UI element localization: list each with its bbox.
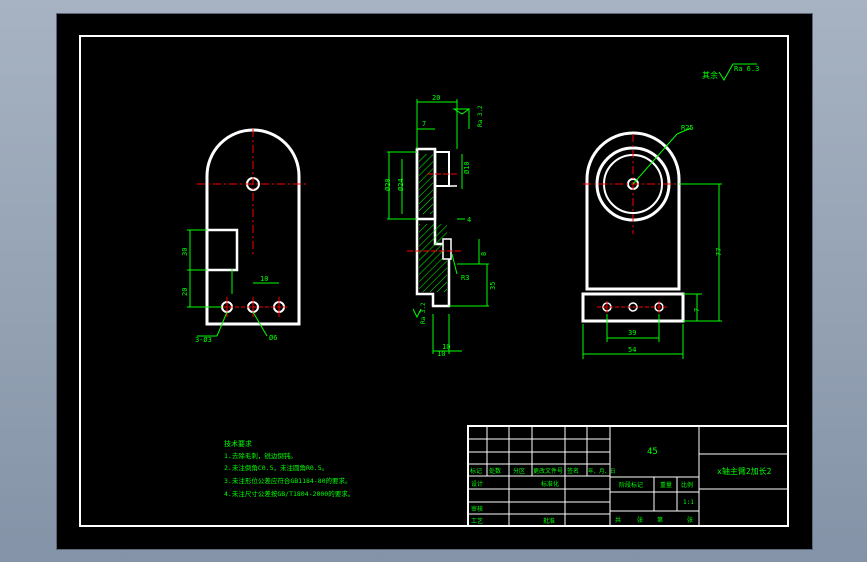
tb-approval: 批准: [543, 517, 555, 525]
cad-drawing: 其余 Ra 6.3 30 20 10 3-Ø3 Ø6 20 7 Ø20 Ø24 …: [79, 35, 789, 527]
tb-reviewer: 审核: [471, 505, 483, 513]
tech-line-3: 3.未注形位公差应符合GB1184-80的要求。: [224, 476, 352, 485]
roughness-side-bottom: Ra 3.2: [420, 302, 427, 324]
tech-line-2: 2.未注倒角C0.5，未注圆角R0.5。: [224, 463, 328, 472]
dim-hole-pitch: 10: [260, 275, 268, 283]
tb-zone: 分区: [513, 467, 525, 475]
front-view: 30 20 10 3-Ø3 Ø6: [181, 128, 309, 344]
roughness-side-top: Ra 3.2: [477, 105, 484, 127]
tb-scale: 比例: [681, 481, 693, 489]
dim-step: 4: [467, 216, 471, 224]
tech-line-4: 4.未注尺寸公差按GB/T1804-2000的要求。: [224, 489, 354, 498]
dim-hole-dia: Ø6: [269, 334, 277, 342]
tb-sheet-end: 张: [687, 516, 693, 524]
front-view-slot: [205, 228, 239, 272]
tech-line-1: 1.去除毛刺，锐边倒钝。: [224, 451, 297, 460]
dim-bore-dia: Ø24: [397, 178, 405, 191]
dim-base-width: 10: [437, 350, 445, 358]
dim-total-height: 77: [715, 248, 723, 256]
dim-hole-offset: 20: [181, 288, 189, 296]
roughness-value: Ra 6.3: [734, 65, 759, 73]
tb-designer: 设计: [471, 480, 483, 488]
tb-weight: 重量: [660, 481, 672, 489]
tech-title: 技术要求: [224, 439, 252, 448]
dim-thickness: 20: [432, 94, 440, 102]
dim-radius: R3: [461, 274, 469, 282]
dim-base-thk: 7: [693, 308, 701, 312]
tb-sheet-total: 共: [615, 516, 621, 524]
roughness-prefix: 其余: [702, 70, 718, 80]
tb-change-doc: 更改文件号: [533, 467, 563, 475]
tb-sheet-no: 第: [657, 516, 663, 524]
tb-part-name: x轴主臂2加长2: [717, 466, 772, 476]
tb-date: 年、月、日: [588, 467, 616, 475]
dim-total-width: 54: [628, 346, 636, 354]
tb-sheet-of: 张: [637, 516, 643, 524]
roughness-symbol-general: 其余 Ra 6.3: [702, 63, 759, 81]
right-view: R25 77 7 39 54: [581, 124, 723, 359]
tb-process: 工艺: [471, 517, 483, 525]
side-section-view: 20 7 Ø20 Ø24 Ø10 8 4 10 R3 35 Ra 3.2 Ra …: [384, 94, 497, 358]
tb-signature: 签名: [567, 467, 579, 475]
tb-stage-marking: 阶段标记: [619, 481, 643, 489]
tb-scale-value: 1:1: [683, 499, 694, 506]
model-space-viewport[interactable]: 其余 Ra 6.3 30 20 10 3-Ø3 Ø6 20 7 Ø20 Ø24 …: [56, 13, 813, 550]
tb-standardization: 标准化: [541, 480, 559, 488]
tb-material: 45: [647, 447, 658, 457]
dim-hole-span: 39: [628, 329, 636, 337]
dim-outer-dia: Ø20: [384, 178, 392, 191]
dim-boss-radius: R25: [681, 124, 694, 132]
dim-holes: 3-Ø3: [195, 336, 212, 344]
dim-inner-dia: Ø10: [463, 161, 471, 174]
dim-base-height: 35: [489, 282, 497, 290]
dim-slot-depth: 8: [480, 252, 488, 256]
tb-mark: 标记: [470, 467, 482, 475]
tech-requirements: 技术要求 1.去除毛刺，锐边倒钝。 2.未注倒角C0.5，未注圆角R0.5。 3…: [224, 439, 354, 498]
title-block: 标记 处数 分区 更改文件号 签名 年、月、日 设计 标准化 审核 工艺 批准 …: [467, 425, 789, 527]
tb-count: 处数: [489, 467, 501, 475]
dim-slot-height: 30: [181, 248, 189, 256]
dim-boss-width: 7: [422, 120, 426, 128]
